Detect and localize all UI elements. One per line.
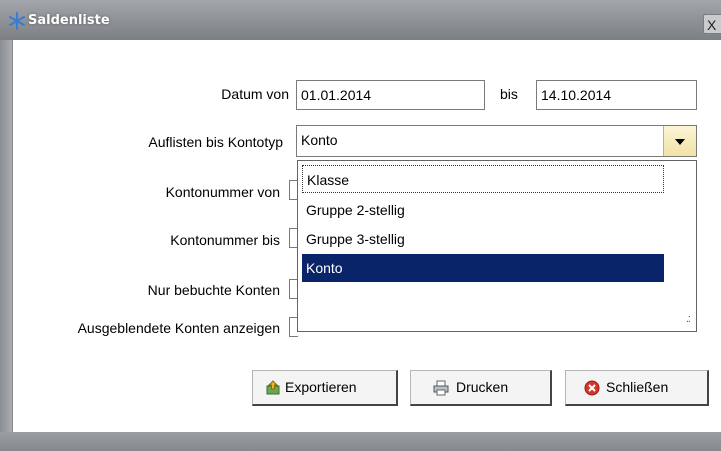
kontonummer-bis-label: Kontonummer bis: [170, 232, 280, 248]
window-frame-left: [0, 40, 12, 432]
nur-bebuchte-label: Nur bebuchte Konten: [147, 282, 280, 298]
export-label: Exportieren: [285, 379, 357, 395]
dropdown-button[interactable]: [663, 126, 696, 156]
datum-von-input[interactable]: 01.01.2014: [296, 80, 485, 110]
datum-von-label: Datum von: [221, 86, 289, 102]
datum-bis-input[interactable]: 14.10.2014: [536, 80, 697, 110]
dropdown-option-gruppe-2[interactable]: Gruppe 2-stellig: [302, 196, 664, 224]
dropdown-option-klasse[interactable]: Klasse: [302, 165, 664, 193]
chevron-down-icon: [675, 139, 685, 145]
kontotyp-dropdown-list: Klasse Gruppe 2-stellig Gruppe 3-stellig…: [297, 160, 697, 332]
export-icon: [266, 380, 280, 395]
close-button[interactable]: Schließen: [565, 370, 709, 406]
export-button[interactable]: Exportieren: [252, 370, 398, 406]
resize-grip-icon[interactable]: .:: [686, 313, 691, 325]
kontotyp-label: Auflisten bis Kontotyp: [148, 134, 283, 150]
ausgeblendete-label: Ausgeblendete Konten anzeigen: [77, 320, 280, 336]
title-bar: Saldenliste X: [0, 0, 721, 40]
dropdown-option-konto[interactable]: Konto: [302, 254, 664, 282]
kontotyp-value: Konto: [301, 132, 338, 148]
kontonummer-von-label: Kontonummer von: [165, 184, 280, 200]
bis-label: bis: [500, 86, 518, 102]
dropdown-option-gruppe-3[interactable]: Gruppe 3-stellig: [302, 225, 664, 253]
window-frame-bottom: [0, 432, 721, 451]
kontotyp-combobox[interactable]: Konto: [296, 125, 697, 157]
close-circle-icon: [584, 380, 600, 396]
print-label: Drucken: [456, 379, 509, 395]
window-close-button[interactable]: X: [703, 14, 721, 34]
print-button[interactable]: Drucken: [410, 370, 552, 406]
window-title: Saldenliste: [28, 13, 110, 28]
snowflake-icon: [9, 12, 25, 30]
close-label: Schließen: [606, 379, 669, 395]
printer-icon: [433, 380, 449, 396]
